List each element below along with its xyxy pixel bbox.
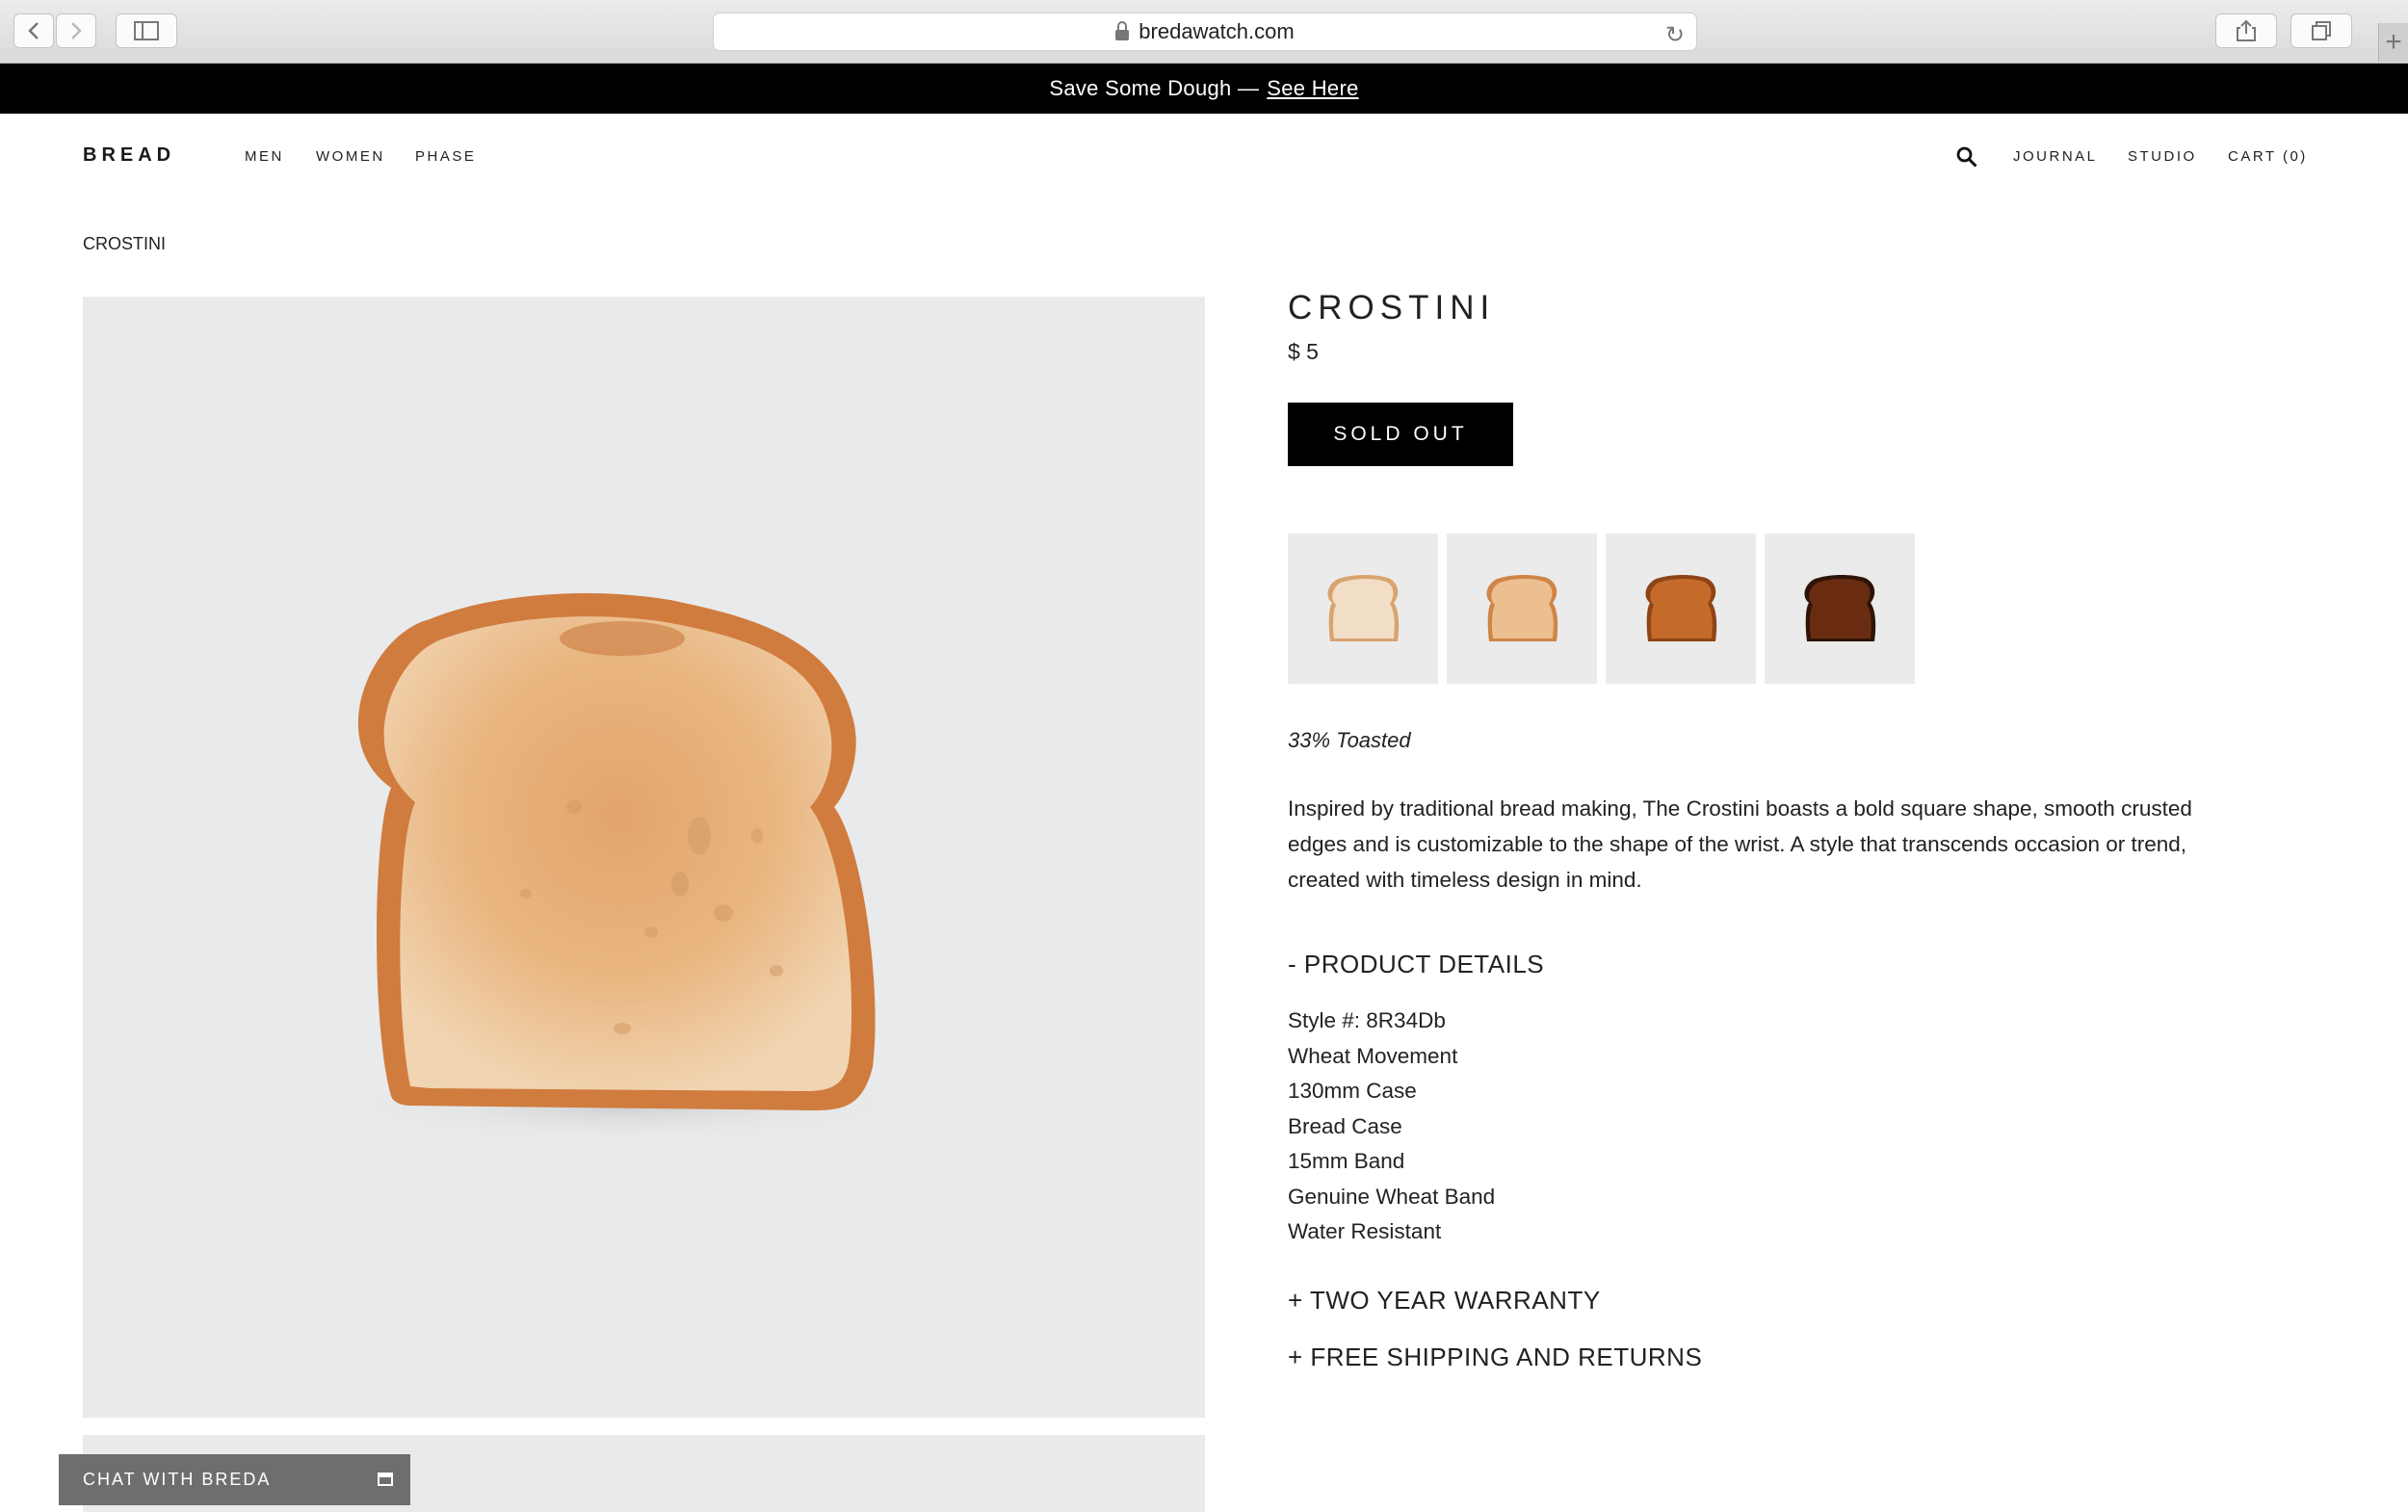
announcement-text: Save Some Dough —: [1049, 76, 1260, 100]
variant-thumb-untoasted[interactable]: [1288, 534, 1438, 684]
address-bar[interactable]: bredawatch.com ↻: [713, 13, 1697, 51]
detail-item: Water Resistant: [1288, 1219, 1442, 1243]
share-icon: [2237, 19, 2256, 41]
browser-toolbar: bredawatch.com ↻ +: [0, 0, 2408, 64]
url-text: bredawatch.com: [1139, 19, 1295, 43]
forward-button[interactable]: [56, 13, 96, 48]
toast-thumb-icon: [1327, 575, 1400, 641]
detail-item: Bread Case: [1288, 1113, 1402, 1138]
back-button[interactable]: [13, 13, 54, 48]
warranty-toggle[interactable]: + TWO YEAR WARRANTY: [1288, 1286, 1601, 1316]
variant-label: 33% Toasted: [1288, 728, 1411, 752]
variant-thumb-dark[interactable]: [1765, 534, 1915, 684]
shipping-toggle[interactable]: + FREE SHIPPING AND RETURNS: [1288, 1343, 1702, 1372]
back-icon: [28, 22, 39, 39]
detail-item: 15mm Band: [1288, 1149, 1405, 1173]
breadcrumb: CROSTINI: [83, 234, 167, 253]
detail-item: Wheat Movement: [1288, 1043, 1458, 1068]
detail-item: 130mm Case: [1288, 1079, 1417, 1103]
tabs-icon: [2312, 21, 2331, 40]
variant-thumb-light[interactable]: [1447, 534, 1597, 684]
lock-icon: [1115, 20, 1130, 40]
detail-item: Genuine Wheat Band: [1288, 1184, 1496, 1209]
detail-item: Style #: 8R34Db: [1288, 1008, 1446, 1032]
product-price: $ 5: [1288, 339, 1319, 364]
share-button[interactable]: [2215, 13, 2277, 48]
chat-widget[interactable]: CHAT WITH BREDA: [59, 1454, 410, 1505]
reload-icon[interactable]: ↻: [1665, 21, 1685, 49]
announcement-bar: Save Some Dough — See Here: [0, 64, 2408, 114]
nav-journal[interactable]: JOURNAL: [2013, 148, 2098, 165]
nav-studio[interactable]: STUDIO: [2128, 148, 2197, 165]
nav-phase[interactable]: PHASE: [415, 148, 476, 165]
nav-men[interactable]: MEN: [245, 148, 284, 165]
nav-cart[interactable]: CART (0): [2228, 148, 2308, 165]
variant-thumb-medium[interactable]: [1606, 534, 1756, 684]
product-description: Inspired by traditional bread making, Th…: [1288, 796, 2192, 892]
toast-thumb-icon: [1804, 575, 1876, 641]
toast-thumb-icon: [1486, 575, 1558, 641]
announcement-link[interactable]: See Here: [1267, 76, 1358, 101]
sold-out-button[interactable]: SOLD OUT: [1288, 403, 1513, 466]
product-title: CROSTINI: [1288, 289, 1496, 326]
product-main-image[interactable]: [83, 297, 1205, 1418]
product-details-list: Style #: 8R34Db Wheat Movement 130mm Cas…: [1288, 1004, 1495, 1250]
sidebar-icon: [134, 21, 159, 40]
chat-window-icon: [378, 1473, 393, 1486]
new-tab-icon[interactable]: +: [2378, 23, 2408, 62]
sidebar-button[interactable]: [116, 13, 177, 48]
toast-thumb-icon: [1645, 575, 1717, 641]
nav-women[interactable]: WOMEN: [316, 148, 385, 165]
tabs-button[interactable]: [2290, 13, 2352, 48]
toast-image: [333, 592, 911, 1144]
site-logo[interactable]: BREAD: [83, 144, 175, 167]
forward-icon: [71, 22, 82, 39]
product-details-toggle[interactable]: - PRODUCT DETAILS: [1288, 950, 1544, 979]
chat-label: CHAT WITH BREDA: [83, 1470, 272, 1489]
search-icon[interactable]: [1955, 145, 1978, 169]
